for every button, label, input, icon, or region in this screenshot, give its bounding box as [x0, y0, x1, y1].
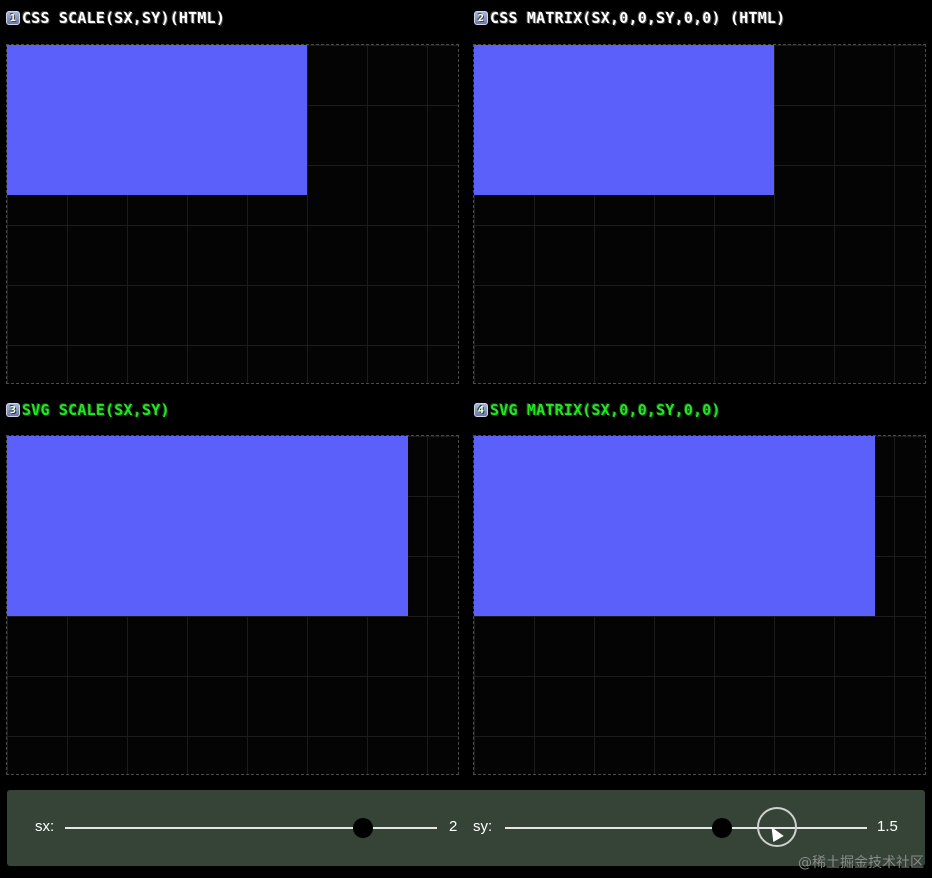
scaled-rectangle: [7, 45, 307, 195]
panel-svg-matrix: [473, 435, 926, 775]
sy-value: 1.5: [877, 818, 898, 835]
slider-controls: sx: 2 sy: 1.5: [7, 790, 925, 866]
panel-css-scale: [6, 44, 459, 384]
scaled-rectangle: [474, 436, 875, 616]
panel-1-title-text: CSS SCALE(SX,SY)(HTML): [22, 9, 226, 27]
watermark: @稀土掘金技术社区: [798, 855, 924, 871]
sy-slider-thumb[interactable]: [712, 818, 733, 838]
panel-3-title: 3 SVG SCALE(SX,SY): [6, 400, 170, 420]
sx-slider-track[interactable]: [65, 827, 437, 829]
sx-value: 2: [449, 818, 458, 835]
panel-1-title: 1 CSS SCALE(SX,SY)(HTML): [6, 8, 225, 28]
scaled-rectangle: [474, 45, 774, 195]
panel-2-title: 2 CSS MATRIX(SX,0,0,SY,0,0) (HTML): [474, 8, 785, 28]
number-badge-icon: 3: [6, 403, 20, 417]
panel-4-title-text: SVG MATRIX(SX,0,0,SY,0,0): [490, 401, 721, 419]
sy-label: sy:: [473, 818, 493, 835]
panel-2-title-text: CSS MATRIX(SX,0,0,SY,0,0) (HTML): [490, 9, 786, 27]
sy-slider-track[interactable]: [505, 827, 867, 829]
panel-3-title-text: SVG SCALE(SX,SY): [22, 401, 170, 419]
number-badge-icon: 4: [474, 403, 488, 417]
panel-4-title: 4 SVG MATRIX(SX,0,0,SY,0,0): [474, 400, 721, 420]
scaled-rectangle: [7, 436, 408, 616]
number-badge-icon: 1: [6, 11, 20, 25]
number-badge-icon: 2: [474, 11, 488, 25]
sx-slider-thumb[interactable]: [352, 818, 373, 838]
sx-label: sx:: [35, 818, 55, 835]
panel-css-matrix: [473, 44, 926, 384]
panel-svg-scale: [6, 435, 459, 775]
